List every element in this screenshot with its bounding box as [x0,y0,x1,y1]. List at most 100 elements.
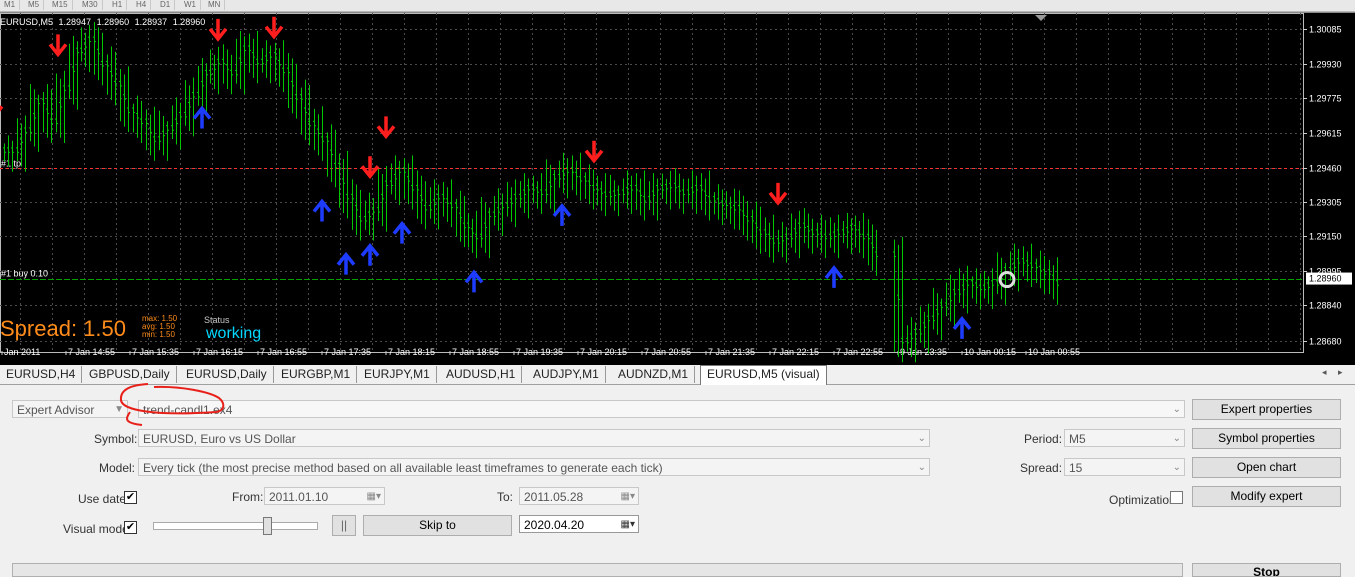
toolbar-timeframe-m30[interactable]: M30 [78,0,103,10]
time-tick-label: 7 Jan 16:55 [260,347,307,357]
price-tick-label: 1.28840 [1309,301,1342,311]
skip-to-date-value: 2020.04.20 [524,518,585,532]
period-select[interactable]: M5 ⌄ [1064,429,1185,447]
speed-slider-thumb[interactable] [263,517,272,535]
from-date-input[interactable]: 2011.01.10 ▦▾ [264,487,385,505]
skip-to-button[interactable]: Skip to [363,515,512,536]
buy-arrow-icon [192,105,212,129]
price-tick-label: 1.29930 [1309,60,1342,70]
time-tick-label: 7 Jan 16:15 [196,347,243,357]
modify-expert-button[interactable]: Modify expert [1192,486,1341,507]
calendar-icon: ▦▾ [366,491,381,502]
period-value: M5 [1069,432,1086,446]
chart-low: 1.28937 [134,17,168,27]
spread-stats: max: 1.50 avg: 1.50 min: 1.50 [142,315,177,339]
toolbar-timeframe-h1[interactable]: H1 [108,0,128,10]
price-tick-label: 1.29615 [1309,129,1342,139]
price-tick-label: 1.29305 [1309,198,1342,208]
toolbar-timeframe-w1[interactable]: W1 [180,0,201,10]
time-tick-label: 7 Jan 20:15 [580,347,627,357]
sell-arrow-icon [360,156,380,180]
chart-shift-marker-icon [1035,15,1047,21]
tabs-scroll-right-icon[interactable]: ▸ [1338,367,1343,378]
speed-slider-track[interactable] [153,522,318,530]
toolbar-timeframe-mn[interactable]: MN [204,0,226,10]
optimization-label: Optimization [1109,493,1176,507]
tab-audnzd-m1[interactable]: AUDNZD,M1 [612,366,696,383]
buy-arrow-icon [952,316,972,339]
time-tick-label: 7 Jan 18:55 [452,347,499,357]
toolbar-timeframe-h4[interactable]: H4 [132,0,152,10]
to-label: To: [497,490,514,504]
use-date-checkbox[interactable]: ✔ [124,491,137,504]
buy-arrow-icon [552,203,572,226]
buy-arrow-icon [824,265,844,288]
time-tick-label: 7 Jan 14:55 [68,347,115,357]
chart-canvas: 1.30085 1.29930 1.29775 1.29615 1.29460 1.293… [0,13,1352,363]
price-tick-label: 1.30085 [1309,25,1342,35]
sell-arrow-icon [768,182,788,206]
time-tick-label: 10 Jan 00:15 [964,347,1016,357]
status-label: Status [204,315,230,325]
price-tick-label: 1.28680 [1309,337,1342,347]
price-chart[interactable]: 1.30085 1.29930 1.29775 1.29615 1.29460 1.293… [0,12,1355,365]
spread-field-label: Spread: [1020,461,1063,475]
tab-eurusd-h4[interactable]: EURUSD,H4 [0,366,83,383]
use-date-label: Use date [78,492,127,506]
toolbar-timeframe-m1[interactable]: M1 [0,0,21,10]
sell-arrow-icon [264,16,284,40]
chevron-down-icon: ⌄ [917,462,926,473]
toolbar-timeframe-d1[interactable]: D1 [156,0,176,10]
sell-arrow-icon [584,140,604,164]
pause-button[interactable]: || [332,515,356,536]
tab-audusd-h1[interactable]: AUDUSD,H1 [440,366,523,383]
tab-audjpy-m1[interactable]: AUDJPY,M1 [527,366,606,383]
model-value: Every tick (the most precise method base… [143,461,663,475]
calendar-icon: ▦▾ [620,491,635,502]
skip-to-date-input[interactable]: 2020.04.20 ▦▾ [519,515,639,533]
chart-close: 1.28960 [172,17,206,27]
buy-order-label: #1 buy 0.10 [1,269,48,279]
price-tick-label: 1.29460 [1309,164,1342,174]
price-tick-label: 1.29775 [1309,94,1342,104]
time-tick-label: 7 Jan 19:35 [516,347,563,357]
expert-file-select[interactable]: trend-candl1.ex4 ⌄ [138,400,1185,418]
tester-type-value: Expert Advisor [17,403,95,417]
time-tick-label: 7 Jan 22:15 [772,347,819,357]
visual-mode-checkbox[interactable]: ✔ [124,521,137,534]
period-label: Period: [1024,432,1063,446]
open-chart-button[interactable]: Open chart [1192,457,1341,478]
from-label: From: [232,490,264,504]
spread-field-value: 15 [1069,461,1083,475]
model-label: Model: [99,461,136,475]
symbol-value: EURUSD, Euro vs US Dollar [143,432,296,446]
timeframe-toolbar: M1 M5 M15 M30 H1 H4 D1 W1 MN [0,0,1355,12]
toolbar-timeframe-m5[interactable]: M5 [24,0,45,10]
time-tick-label: 7 Jan 15:35 [132,347,179,357]
toolbar-timeframe-m15[interactable]: M15 [48,0,73,10]
symbol-properties-button[interactable]: Symbol properties [1192,428,1341,449]
to-date-value: 2011.05.28 [524,490,584,504]
tester-type-select[interactable]: Expert Advisor ▼ [12,400,128,418]
chart-open: 1.28947 [58,17,92,27]
to-date-input[interactable]: 2011.05.28 ▦▾ [519,487,639,505]
visual-mode-label: Visual mode [63,522,129,536]
buy-arrow-icon [360,242,380,266]
optimization-checkbox[interactable] [1170,491,1183,504]
status-value: working [206,325,262,342]
time-tick-label: 7 Jan 18:15 [388,347,435,357]
price-tick-label: 1.29150 [1309,232,1342,242]
time-tick-label: 7 Jan 21:35 [708,347,755,357]
expert-properties-button[interactable]: Expert properties [1192,399,1341,420]
tabs-scroll-left-icon[interactable]: ◂ [1322,367,1327,378]
time-tick-label: 10 Jan 00:55 [1028,347,1080,357]
model-select[interactable]: Every tick (the most precise method base… [138,458,930,476]
symbol-label: Symbol: [94,432,138,446]
spread-select[interactable]: 15 ⌄ [1064,458,1185,476]
symbol-select[interactable]: EURUSD, Euro vs US Dollar ⌄ [138,429,930,447]
tab-eurgbp-m1[interactable]: EURGBP,M1 [275,366,358,383]
calendar-icon: ▦▾ [620,519,635,530]
spread-display: Spread: 1.50 [0,316,126,341]
tab-eurjpy-m1[interactable]: EURJPY,M1 [358,366,437,383]
tab-eurusd-m5-visual[interactable]: EURUSD,M5 (visual) [700,365,827,385]
